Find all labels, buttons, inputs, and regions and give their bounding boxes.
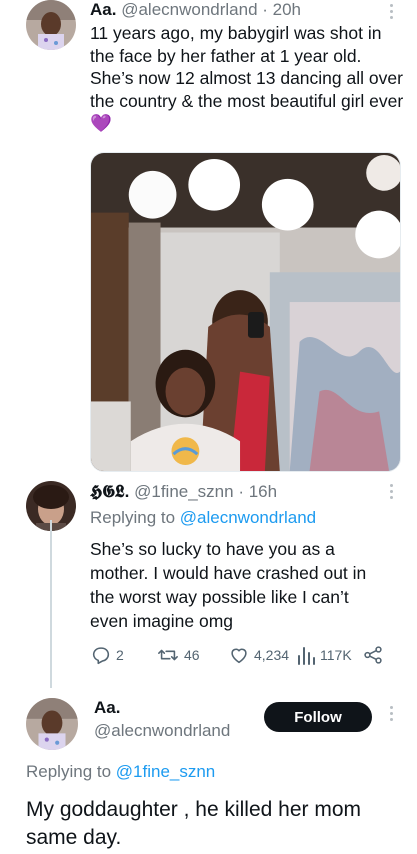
thread-connector-line	[50, 520, 52, 688]
tweet1-avatar[interactable]	[26, 0, 76, 50]
views-count: 117K	[320, 647, 352, 663]
reply-count: 2	[116, 647, 124, 663]
purple-heart-icon: 💜	[90, 113, 112, 133]
tweet2-more-icon[interactable]	[388, 484, 394, 499]
tweet3-handle[interactable]: @alecnwondrland	[94, 721, 230, 741]
share-button[interactable]	[362, 644, 384, 666]
like-button[interactable]: 4,234	[228, 644, 289, 666]
tweet2-author-name[interactable]: 𝕳𝕲𝕷.	[90, 482, 129, 501]
tweet2-replying-prefix: Replying to	[90, 508, 180, 527]
retweet-icon	[158, 649, 178, 661]
views-icon	[298, 647, 315, 665]
tweet1-header: Aa. @alecnwondrland · 20h	[90, 0, 301, 20]
tweet2-header: 𝕳𝕲𝕷. @1fine_sznn · 16h	[90, 482, 277, 502]
tweet1-photo[interactable]	[90, 152, 401, 472]
tweet2-handle-time[interactable]: @1fine_sznn · 16h	[134, 482, 277, 501]
tweet2-replying-to: Replying to @alecnwondrland	[90, 508, 316, 528]
tweet1-more-icon[interactable]	[388, 4, 394, 19]
follow-button[interactable]: Follow	[264, 702, 372, 732]
retweet-count: 46	[184, 647, 200, 663]
tweet2-action-bar: 2 46 4,234 117K	[90, 644, 390, 668]
tweet3-more-icon[interactable]	[388, 706, 394, 721]
reply-icon	[92, 647, 110, 665]
tweet1-author-name[interactable]: Aa.	[90, 0, 116, 19]
tweet3-text: My goddaughter , he killed her mom same …	[26, 798, 362, 849]
retweet-button[interactable]: 46	[156, 644, 200, 666]
tweet1-text: 11 years ago, my babygirl was shot in th…	[90, 22, 408, 135]
reply-button[interactable]: 2	[90, 644, 124, 666]
tweet2-replying-link[interactable]: @alecnwondrland	[180, 508, 316, 527]
tweet3-author-name[interactable]: Aa.	[94, 698, 120, 718]
tweet3-replying-to: Replying to @1fine_sznn	[26, 762, 215, 782]
like-count: 4,234	[254, 647, 290, 663]
tweet2-text: She’s so lucky to have you as a mother. …	[90, 539, 367, 631]
tweet3-replying-prefix: Replying to	[26, 762, 116, 781]
views-button[interactable]: 117K	[296, 644, 352, 666]
tweet3-avatar[interactable]	[26, 698, 78, 750]
share-icon	[364, 646, 382, 664]
heart-icon	[231, 648, 247, 664]
tweet1-text-body: 11 years ago, my babygirl was shot in th…	[90, 23, 404, 111]
tweet1-handle-time[interactable]: @alecnwondrland · 20h	[121, 0, 301, 19]
tweet3-replying-link[interactable]: @1fine_sznn	[116, 762, 216, 781]
